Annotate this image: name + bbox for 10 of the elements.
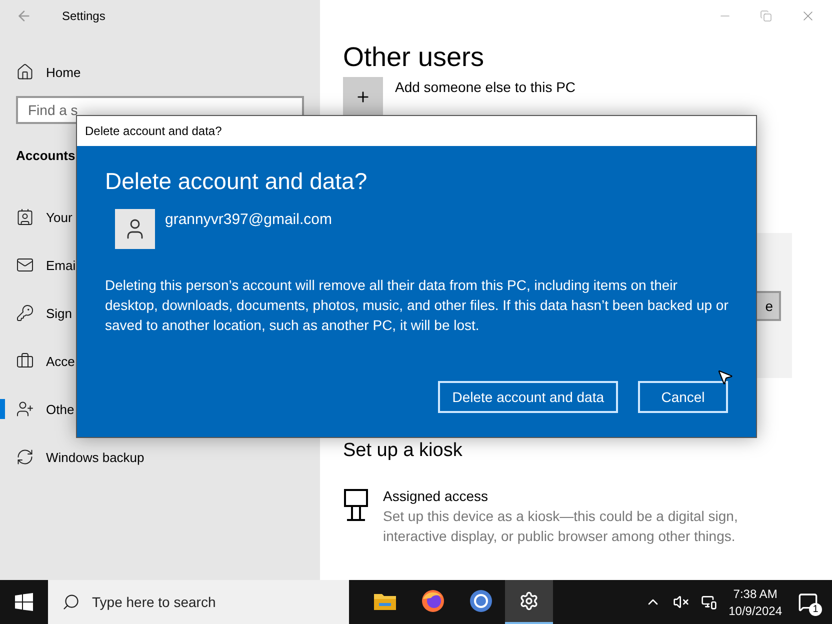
notification-count: 1 [809,603,822,616]
window-title: Settings [62,9,106,23]
page-heading: Other users [343,42,486,73]
section-heading: Set up a kiosk [343,440,464,462]
section-title: Accounts [16,148,76,163]
kiosk-item-description: Set up this device as a kiosk—this could be a digital sign, interactive display, or public browser among other things. [383,507,739,546]
account-email: grannyvr397@gmail.com [165,211,332,228]
dialog-heading: Delete account and data? [105,168,368,195]
dialog-message: Deleting this person’s account will remove all their data from this PC, including items on their desktop, downloads, documents, photos, music, and other files. If this data hasn’t been backed up or saved to another location, such as another PC, it will be lost. [105,276,730,335]
dialog-title: Delete account and data? [77,116,756,146]
